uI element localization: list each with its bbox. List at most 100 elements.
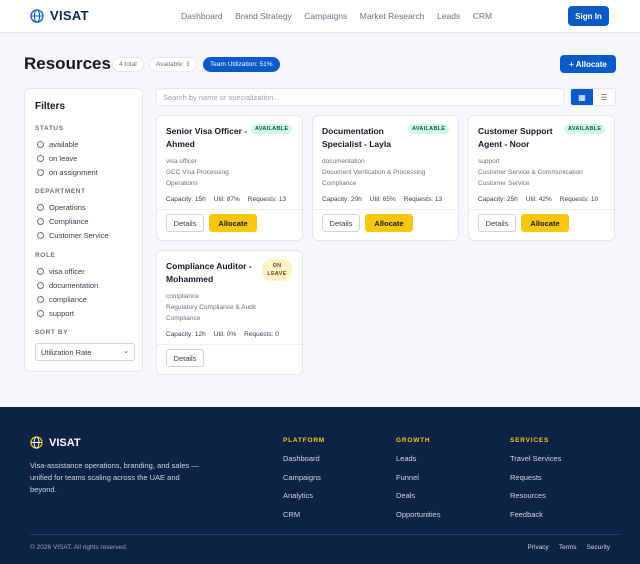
resource-card: Compliance Auditor - Mohammed ON LEAVE c… [156,250,303,375]
details-button[interactable]: Details [322,214,360,232]
resource-specialization: Document Verification & Processing [322,169,426,176]
footer-link-resources[interactable]: Resources [510,491,561,500]
card-allocate-button[interactable]: Allocate [209,214,257,232]
role-option-support[interactable]: support [37,309,74,318]
department-label: DEPARTMENT [35,188,86,195]
footer-brand-name: VISAT [49,436,81,449]
footer-link-requests[interactable]: Requests [510,473,561,482]
resource-department: Customer Service [478,180,530,187]
details-button[interactable]: Details [166,214,204,232]
search-input[interactable]: Search by name or specialization... [156,88,564,106]
radio-icon[interactable] [37,169,44,176]
footer-growth-title: GROWTH [396,437,431,444]
utilization: Util: 87% [213,196,240,203]
sort-value: Utilization Rate [41,348,92,357]
card-divider [157,344,302,345]
status-badge: AVAILABLE [251,124,293,134]
status-option-available[interactable]: available [37,140,79,149]
footer-link-travel-services[interactable]: Travel Services [510,454,561,463]
department-option-customer-service[interactable]: Customer Service [37,231,109,240]
brand-logo[interactable]: VISAT [30,8,89,23]
footer-link-leads[interactable]: Leads [396,454,441,463]
radio-icon[interactable] [37,232,44,239]
utilization: Util: 42% [525,196,552,203]
resource-role: visa officer [166,158,197,165]
footer-brand[interactable]: VISAT [30,436,81,449]
radio-icon[interactable] [37,310,44,317]
footer-link-feedback[interactable]: Feedback [510,510,561,519]
allocate-button[interactable]: + Allocate [560,55,616,73]
radio-icon[interactable] [37,282,44,289]
requests: Requests: 13 [247,196,287,203]
sign-in-button[interactable]: Sign In [568,6,609,26]
resource-name: Customer Support Agent - Noor [478,126,553,149]
total-count-pill: 4 total [112,57,144,72]
terms-link[interactable]: Terms [559,544,577,551]
nav-dashboard[interactable]: Dashboard [181,11,223,21]
radio-icon[interactable] [37,218,44,225]
sort-select[interactable]: Utilization Rate ⌄ [35,343,135,361]
nav-brand-strategy[interactable]: Brand Strategy [235,11,292,21]
footer-link-funnel[interactable]: Funnel [396,473,441,482]
footer-link-dashboard[interactable]: Dashboard [283,454,325,463]
nav-campaigns[interactable]: Campaigns [304,11,347,21]
footer-link-analytics[interactable]: Analytics [283,491,325,500]
status-option-on-leave[interactable]: on leave [37,154,77,163]
legal-links: Privacy Terms Security [528,544,611,551]
nav-crm[interactable]: CRM [473,11,492,21]
brand-name: VISAT [50,8,89,23]
globe-icon [30,8,44,23]
available-count-pill: Available: 3 [149,57,197,72]
footer-platform-column: PLATFORM Dashboard Campaigns Analytics C… [283,437,325,528]
radio-icon[interactable] [37,155,44,162]
capacity: Capacity: 12h [166,331,206,338]
security-link[interactable]: Security [587,544,610,551]
footer-link-campaigns[interactable]: Campaigns [283,473,325,482]
details-button[interactable]: Details [166,349,204,367]
role-option-documentation[interactable]: documentation [37,281,98,290]
footer-link-opportunities[interactable]: Opportunities [396,510,441,519]
top-navbar: VISAT Dashboard Brand Strategy Campaigns… [0,0,640,33]
role-option-compliance[interactable]: compliance [37,295,87,304]
card-divider [157,209,302,210]
footer-link-crm[interactable]: CRM [283,510,325,519]
card-divider [469,209,614,210]
filters-title: Filters [35,101,66,112]
globe-icon [30,436,43,449]
department-option-operations[interactable]: Operations [37,203,86,212]
copyright: © 2026 VISAT. All rights reserved. [30,544,128,551]
nav-leads[interactable]: Leads [437,11,460,21]
page-title: Resources [24,54,111,73]
role-option-visa-officer[interactable]: visa officer [37,267,85,276]
resource-stats: Capacity: 15h Util: 87% Requests: 13 [166,196,286,203]
utilization: Util: 65% [369,196,396,203]
list-view-icon[interactable]: ☰ [593,89,615,105]
footer-divider [30,534,620,535]
site-footer: VISAT Visa-assistance operations, brandi… [0,407,640,564]
utilization: Util: 0% [213,331,237,338]
footer-services-column: SERVICES Travel Services Requests Resour… [510,437,561,528]
footer-tagline: Visa-assistance operations, branding, an… [30,461,199,494]
radio-icon[interactable] [37,204,44,211]
nav-market-research[interactable]: Market Research [360,11,425,21]
card-allocate-button[interactable]: Allocate [365,214,413,232]
privacy-link[interactable]: Privacy [528,544,549,551]
filters-panel: Filters STATUS available on leave on ass… [24,88,143,372]
footer-link-deals[interactable]: Deals [396,491,441,500]
department-option-compliance[interactable]: Compliance [37,217,89,226]
resource-card: Senior Visa Officer - Ahmed AVAILABLE vi… [156,115,303,241]
details-button[interactable]: Details [478,214,516,232]
view-toggle: ▦ ☰ [570,88,616,106]
status-badge: ON LEAVE [262,259,292,281]
requests: Requests: 0 [244,331,279,338]
card-allocate-button[interactable]: Allocate [521,214,569,232]
resource-role: support [478,158,500,165]
radio-icon[interactable] [37,141,44,148]
resource-name: Senior Visa Officer - Ahmed [166,126,248,149]
radio-icon[interactable] [37,296,44,303]
radio-icon[interactable] [37,268,44,275]
grid-view-icon[interactable]: ▦ [571,89,593,105]
sort-label: SORT BY [35,329,69,336]
status-badge: AVAILABLE [564,124,606,134]
status-option-on-assignment[interactable]: on assignment [37,168,98,177]
